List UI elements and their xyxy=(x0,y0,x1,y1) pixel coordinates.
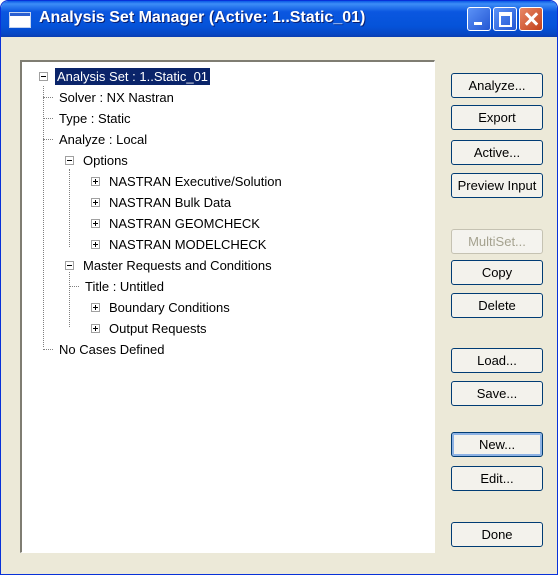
tree-node-label[interactable]: Boundary Conditions xyxy=(107,299,232,316)
maximize-button[interactable] xyxy=(493,7,517,31)
tree-node-label[interactable]: NASTRAN Executive/Solution xyxy=(107,173,284,190)
tree-node-label[interactable]: Solver : NX Nastran xyxy=(57,89,176,106)
expand-toggle-icon[interactable] xyxy=(91,240,100,249)
copy-button[interactable]: Copy xyxy=(451,260,543,285)
minimize-button[interactable] xyxy=(467,7,491,31)
collapse-toggle-icon[interactable] xyxy=(65,156,74,165)
preview-input-button[interactable]: Preview Input xyxy=(451,173,543,198)
tree-guide-line xyxy=(69,169,70,247)
collapse-toggle-icon[interactable] xyxy=(65,261,74,270)
tree-node-label[interactable]: Options xyxy=(81,152,130,169)
delete-button[interactable]: Delete xyxy=(451,293,543,318)
tree-guide-line xyxy=(43,86,44,347)
new-button[interactable]: New... xyxy=(451,432,543,457)
tree-node-label[interactable]: NASTRAN Bulk Data xyxy=(107,194,233,211)
collapse-toggle-icon[interactable] xyxy=(39,72,48,81)
tree-guide-line xyxy=(69,272,70,327)
tree-node-label[interactable]: Master Requests and Conditions xyxy=(81,257,274,274)
tree-node-label[interactable]: Output Requests xyxy=(107,320,209,337)
tree-node-label[interactable]: NASTRAN MODELCHECK xyxy=(107,236,268,253)
analysis-set-tree[interactable]: Analysis Set : 1..Static_01 Solver : NX … xyxy=(20,60,435,553)
tree-node-label[interactable]: Type : Static xyxy=(57,110,133,127)
active-button[interactable]: Active... xyxy=(451,140,543,165)
multiset-button[interactable]: MultiSet... xyxy=(451,229,543,254)
analysis-set-manager-window: Analysis Set Manager (Active: 1..Static_… xyxy=(0,0,558,575)
analyze-button[interactable]: Analyze... xyxy=(451,73,543,98)
expand-toggle-icon[interactable] xyxy=(91,177,100,186)
tree-node-label[interactable]: No Cases Defined xyxy=(57,341,167,358)
title-bar[interactable]: Analysis Set Manager (Active: 1..Static_… xyxy=(1,1,557,37)
window-icon xyxy=(9,12,31,28)
tree-node-label[interactable]: Title : Untitled xyxy=(83,278,166,295)
export-button[interactable]: Export xyxy=(451,105,543,130)
tree-node-label[interactable]: Analyze : Local xyxy=(57,131,149,148)
edit-button[interactable]: Edit... xyxy=(451,466,543,491)
done-button[interactable]: Done xyxy=(451,522,543,547)
expand-toggle-icon[interactable] xyxy=(91,219,100,228)
close-button[interactable] xyxy=(519,7,543,31)
tree-node-label[interactable]: NASTRAN GEOMCHECK xyxy=(107,215,262,232)
save-button[interactable]: Save... xyxy=(451,381,543,406)
expand-toggle-icon[interactable] xyxy=(91,303,100,312)
expand-toggle-icon[interactable] xyxy=(91,198,100,207)
load-button[interactable]: Load... xyxy=(451,348,543,373)
window-title: Analysis Set Manager (Active: 1..Static_… xyxy=(39,9,366,26)
expand-toggle-icon[interactable] xyxy=(91,324,100,333)
tree-node-label[interactable]: Analysis Set : 1..Static_01 xyxy=(53,67,212,86)
